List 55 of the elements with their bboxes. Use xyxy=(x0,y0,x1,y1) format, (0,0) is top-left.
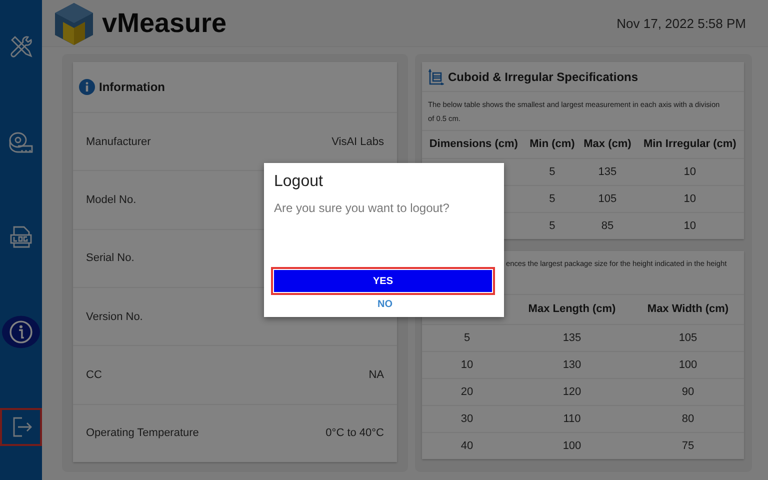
dimension-icon xyxy=(428,68,444,84)
table-cell: 10 xyxy=(636,185,744,212)
info-label: Operating Temperature xyxy=(86,427,199,440)
table-cell: 10 xyxy=(636,158,744,185)
column-header: Max Length (cm) xyxy=(512,295,632,324)
table-cell: 5 xyxy=(525,158,580,185)
info-label: Model No. xyxy=(86,194,136,206)
info-label: Version No. xyxy=(86,310,143,323)
info-label: CC xyxy=(86,368,102,381)
column-header: Min Irregular (cm) xyxy=(636,131,744,158)
table-cell: 75 xyxy=(632,432,744,459)
table-cell: 90 xyxy=(632,378,744,405)
dialog-title: Logout xyxy=(274,173,324,191)
table-cell: 100 xyxy=(512,432,632,459)
yes-button[interactable]: YES xyxy=(274,270,492,292)
table-cell: 120 xyxy=(512,378,632,405)
info-icon xyxy=(2,315,40,349)
table-cell: 20 xyxy=(422,378,512,405)
table-cell: 85 xyxy=(579,212,636,239)
log-file-icon xyxy=(8,224,34,250)
app-title: vMeasure xyxy=(102,8,227,38)
cube-logo-icon xyxy=(54,2,94,46)
table-cell: 130 xyxy=(512,351,632,378)
info-value: 0°C to 40°C xyxy=(326,427,384,440)
info-icon xyxy=(79,79,95,95)
table-cell: 135 xyxy=(579,158,636,185)
table-cell: 135 xyxy=(512,324,632,351)
column-header: Min (cm) xyxy=(525,131,580,158)
no-button[interactable]: NO xyxy=(370,292,400,316)
column-header: Dimensions (cm) xyxy=(422,131,526,158)
card-title: Cuboid & Irregular Specifications xyxy=(448,70,638,84)
table-cell: 5 xyxy=(525,212,580,239)
info-label: Manufacturer xyxy=(86,136,151,148)
table-cell: 40 xyxy=(422,432,512,459)
dialog-message: Are you sure you want to logout? xyxy=(274,201,450,217)
table-cell: 10 xyxy=(636,212,744,239)
info-value: NA xyxy=(368,368,384,381)
table-cell: 80 xyxy=(632,405,744,432)
table-cell: 100 xyxy=(632,351,744,378)
card-title: Information xyxy=(99,80,165,94)
date-time: Nov 17, 2022 5:58 PM xyxy=(616,16,746,30)
table-cell: 5 xyxy=(422,324,512,351)
table-cell: 110 xyxy=(512,405,632,432)
info-value: VisAI Labs xyxy=(332,136,384,148)
table-cell: 30 xyxy=(422,405,512,432)
tools-icon xyxy=(8,34,34,60)
info-label: Serial No. xyxy=(86,252,134,264)
column-header: Max (cm) xyxy=(579,131,636,158)
table-cell: 10 xyxy=(422,351,512,378)
column-header: Max Width (cm) xyxy=(632,295,744,324)
sidebar-button[interactable] xyxy=(0,313,42,351)
sidebar-button[interactable] xyxy=(0,408,42,446)
table-cell: 5 xyxy=(525,185,580,212)
table-cell: 105 xyxy=(579,185,636,212)
table-cell: 105 xyxy=(632,324,744,351)
